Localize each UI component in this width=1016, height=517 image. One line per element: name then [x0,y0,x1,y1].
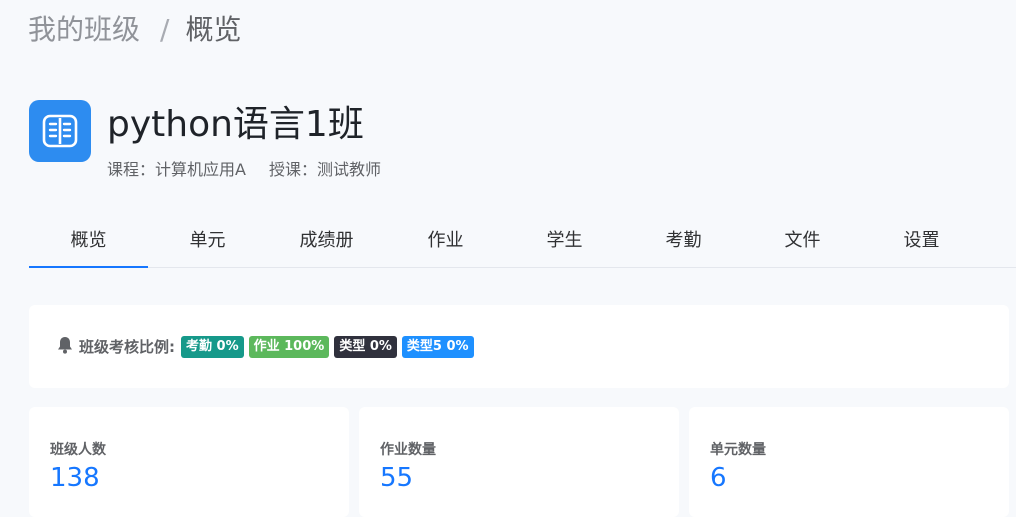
stats-row: 班级人数 138 作业数量 55 单元数量 6 [29,407,1016,517]
tab-overview[interactable]: 概览 [29,218,148,268]
stat-card-students: 班级人数 138 [29,407,349,517]
class-info: python语言1班 课程：计算机应用A 授课：测试教师 [107,100,381,180]
stat-card-assignments: 作业数量 55 [359,407,679,517]
tab-gradebook[interactable]: 成绩册 [267,218,386,267]
tab-settings[interactable]: 设置 [862,218,981,267]
tab-assignments[interactable]: 作业 [386,218,505,267]
tag-type5-ratio: 类型5 0% [401,335,474,358]
tag-attendance-ratio: 考勤 0% [181,335,244,358]
breadcrumb-my-classes-link[interactable]: 我的班级 [28,10,140,50]
tag-assignment-ratio: 作业 100% [248,335,330,358]
tab-attendance[interactable]: 考勤 [624,218,743,267]
class-title: python语言1班 [107,104,364,145]
class-teacher: 授课：测试教师 [269,160,382,179]
breadcrumb-current: 概览 [185,13,242,46]
tab-units[interactable]: 单元 [148,218,267,267]
book-open-icon [29,100,91,162]
stat-label: 班级人数 [50,442,106,458]
class-course: 课程：计算机应用A [107,160,246,179]
breadcrumb: 我的班级 / 概览 [28,10,241,50]
breadcrumb-separator: / [160,13,170,46]
bell-icon [57,336,73,358]
stat-label: 作业数量 [380,442,436,458]
stat-card-units: 单元数量 6 [689,407,1009,517]
tab-files[interactable]: 文件 [743,218,862,267]
class-tabs: 概览 单元 成绩册 作业 学生 考勤 文件 设置 [29,218,1016,268]
assessment-ratio-card: 班级考核比例: 考勤 0% 作业 100% 类型 0% 类型5 0% [29,305,1009,388]
class-header: python语言1班 课程：计算机应用A 授课：测试教师 [29,100,381,180]
stat-label: 单元数量 [710,442,766,458]
tab-students[interactable]: 学生 [505,218,624,267]
class-meta: 课程：计算机应用A 授课：测试教师 [107,156,381,180]
stat-value: 6 [710,463,727,493]
stat-value: 55 [380,463,414,493]
stat-value: 138 [50,463,100,493]
tag-type-ratio: 类型 0% [334,335,397,358]
assessment-ratio-label: 班级考核比例: [79,338,175,356]
